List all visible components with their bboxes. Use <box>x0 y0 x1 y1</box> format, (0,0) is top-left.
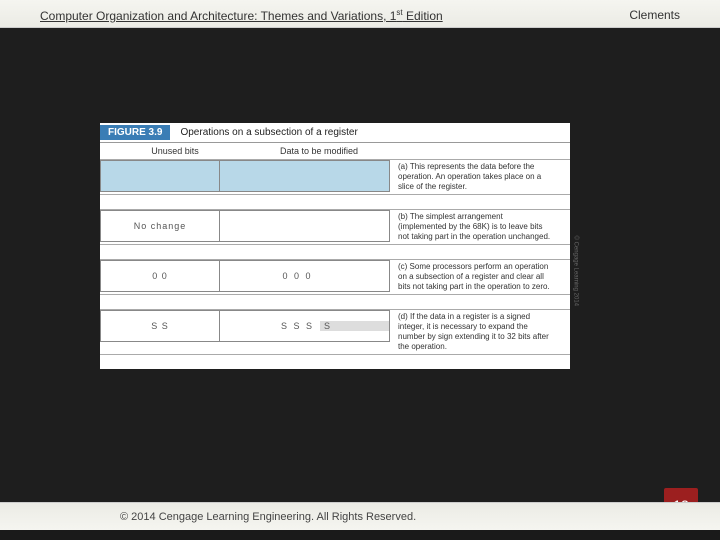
row-d-caption: (d) If the data in a register is a signe… <box>390 310 555 354</box>
figure-tag: FIGURE 3.9 <box>100 125 170 140</box>
column-labels: Unused bits Data to be modified <box>100 143 570 159</box>
figure-header: FIGURE 3.9 Operations on a subsection of… <box>100 123 570 143</box>
slide-body: FIGURE 3.9 Operations on a subsection of… <box>0 28 720 502</box>
row-b-caption: (b) The simplest arrangement (implemente… <box>390 210 555 244</box>
row-d-left: S S <box>100 310 220 342</box>
col-label-data: Data to be modified <box>250 146 400 156</box>
row-b-right <box>220 210 390 242</box>
row-a-right <box>220 160 390 192</box>
figure-row-d: S S S S S S (d) If the data in a registe… <box>100 309 570 355</box>
row-b-left: No change <box>100 210 220 242</box>
book-title: Computer Organization and Architecture: … <box>40 8 443 27</box>
author-name: Clements <box>629 8 680 27</box>
row-a-left <box>100 160 220 192</box>
title-suffix: Edition <box>403 9 443 23</box>
row-d-seg3: S <box>320 321 389 331</box>
row-c-right: 0 0 0 <box>220 260 390 292</box>
slide-header: Computer Organization and Architecture: … <box>0 0 720 28</box>
figure-container: FIGURE 3.9 Operations on a subsection of… <box>100 123 570 369</box>
figure-row-a: (a) This represents the data before the … <box>100 159 570 195</box>
figure-title: Operations on a subsection of a register <box>180 127 357 138</box>
row-c-left: 0 0 <box>100 260 220 292</box>
title-prefix: Computer Organization and Architecture: … <box>40 9 396 23</box>
row-a-caption: (a) This represents the data before the … <box>390 160 555 194</box>
row-c-caption: (c) Some processors perform an operation… <box>390 260 555 294</box>
row-d-right: S S S S <box>220 310 390 342</box>
slide-footer: © 2014 Cengage Learning Engineering. All… <box>0 502 720 530</box>
row-d-seg2: S S S <box>275 321 320 331</box>
col-label-unused: Unused bits <box>100 146 250 156</box>
row-c-seg2: 0 0 0 <box>275 271 320 281</box>
figure-credit: © Cengage Learning 2014 <box>572 236 578 306</box>
figure-row-c: 0 0 0 0 0 (c) Some processors perform an… <box>100 259 570 295</box>
figure-row-b: No change (b) The simplest arrangement (… <box>100 209 570 245</box>
